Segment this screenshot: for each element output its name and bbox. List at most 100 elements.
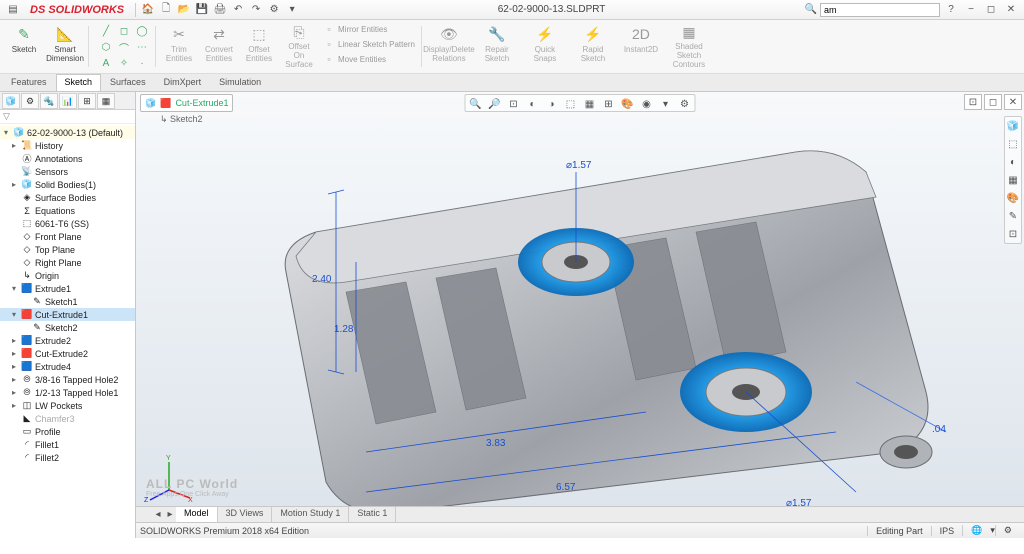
tree-item-fillet2[interactable]: ◜Fillet2 [0, 451, 135, 464]
draw-tool-7[interactable]: ✧ [116, 56, 132, 70]
status-gear-icon[interactable]: ⚙ [995, 525, 1020, 536]
tree-item-front-plane[interactable]: ◇Front Plane [0, 230, 135, 243]
ribbon-offset-button[interactable]: ⎘Offset On Surface [279, 22, 319, 71]
dim-width-outer[interactable]: 6.57 [556, 482, 576, 493]
tree-item-sensors[interactable]: 📡Sensors [0, 165, 135, 178]
tab-surfaces[interactable]: Surfaces [101, 74, 155, 91]
task-pane-tab-6[interactable]: ⊡ [1005, 225, 1021, 243]
tab-dimxpert[interactable]: DimXpert [155, 74, 211, 91]
view-tab-prev-icon[interactable]: ◂ [152, 507, 164, 523]
dim-width-inner[interactable]: 3.83 [486, 438, 506, 449]
view-tool-2[interactable]: ⊡ [505, 96, 523, 112]
new-icon[interactable]: 🗋 [159, 3, 173, 17]
tree-tab-4[interactable]: ⊞ [78, 93, 96, 109]
status-globe-icon[interactable]: 🌐 [962, 525, 990, 536]
breadcrumb-feature[interactable]: Cut-Extrude1 [175, 98, 228, 108]
ribbon-rapid-button[interactable]: ⚡Rapid Sketch [569, 22, 617, 71]
menu-icon[interactable]: ▤ [6, 3, 20, 17]
options-icon[interactable]: ⚙ [267, 3, 281, 17]
tree-root-item[interactable]: ▾🧊 62-02-9000-13 (Default) [0, 126, 135, 139]
viewport-window-restore-icon[interactable]: ⊡ [964, 94, 982, 110]
view-tab-next-icon[interactable]: ▸ [164, 507, 176, 523]
tree-item-origin[interactable]: ↳Origin [0, 269, 135, 282]
ribbon-convert-button[interactable]: ⇄Convert Entities [199, 22, 239, 71]
dim-diameter-top[interactable]: ⌀1.57 [566, 160, 592, 171]
dim-edge[interactable]: .04 [932, 424, 946, 435]
ribbon-repair-button[interactable]: 🔧Repair Sketch [473, 22, 521, 71]
task-pane-tab-1[interactable]: ⬚ [1005, 135, 1021, 153]
sketch-button[interactable]: ✎ Sketch [4, 22, 44, 71]
breadcrumb-feature-icon[interactable]: 🟥 [160, 98, 171, 109]
task-pane-tab-4[interactable]: 🎨 [1005, 189, 1021, 207]
tree-item-annotations[interactable]: ⒶAnnotations [0, 152, 135, 165]
ribbon-quick-button[interactable]: ⚡Quick Snaps [521, 22, 569, 71]
ribbon-trim-button[interactable]: ✂Trim Entities [159, 22, 199, 71]
tree-item-profile[interactable]: ▭Profile [0, 425, 135, 438]
search-icon[interactable]: 🔍 [804, 3, 818, 17]
tree-item-surface-bodies[interactable]: ◈Surface Bodies [0, 191, 135, 204]
draw-tool-5[interactable]: ⋯ [134, 40, 150, 54]
view-tool-9[interactable]: ◉ [638, 96, 656, 112]
status-units[interactable]: IPS [931, 526, 963, 536]
search-input[interactable] [820, 3, 940, 17]
view-tab-3d-views[interactable]: 3D Views [218, 507, 273, 522]
view-tool-1[interactable]: 🔎 [486, 96, 504, 112]
dim-height[interactable]: 2.40 [312, 274, 332, 285]
ribbon-linear-sketch-pattern[interactable]: ▫Linear Sketch Pattern [320, 37, 418, 51]
view-tool-3[interactable]: ◐ [524, 96, 542, 112]
minimize-icon[interactable]: − [962, 3, 980, 17]
view-tool-0[interactable]: 🔍 [467, 96, 485, 112]
tree-tab-3[interactable]: 📊 [59, 93, 77, 109]
open-icon[interactable]: 📂 [177, 3, 191, 17]
task-pane-tab-2[interactable]: ◐ [1005, 153, 1021, 171]
tab-sketch[interactable]: Sketch [56, 74, 102, 91]
dim-offset[interactable]: 1.28 [334, 324, 354, 335]
tree-tab-5[interactable]: ▦ [97, 93, 115, 109]
tree-item-sketch1[interactable]: ✎Sketch1 [0, 295, 135, 308]
tree-item-chamfer3[interactable]: ◣Chamfer3 [0, 412, 135, 425]
view-tool-4[interactable]: ◑ [543, 96, 561, 112]
draw-tool-4[interactable]: ⌒ [116, 40, 132, 54]
tree-item-extrude2[interactable]: ▸🟦Extrude2 [0, 334, 135, 347]
tree-item-extrude4[interactable]: ▸🟦Extrude4 [0, 360, 135, 373]
tree-item-1-2-13-tapped-hole1[interactable]: ▸⦾1/2-13 Tapped Hole1 [0, 386, 135, 399]
breadcrumb-sub[interactable]: ↳ Sketch2 [160, 114, 203, 125]
tree-item-extrude1[interactable]: ▾🟦Extrude1 [0, 282, 135, 295]
draw-tool-6[interactable]: A [98, 56, 114, 70]
undo-icon[interactable]: ↶ [231, 3, 245, 17]
task-pane-tab-0[interactable]: 🧊 [1005, 117, 1021, 135]
tree-item-top-plane[interactable]: ◇Top Plane [0, 243, 135, 256]
tree-item-cut-extrude1[interactable]: ▾🟥Cut-Extrude1 [0, 308, 135, 321]
viewport-window-max-icon[interactable]: ◻ [984, 94, 1002, 110]
task-pane-tab-3[interactable]: ▦ [1005, 171, 1021, 189]
draw-tool-8[interactable]: · [134, 56, 150, 70]
tree-item-right-plane[interactable]: ◇Right Plane [0, 256, 135, 269]
view-tab-model[interactable]: Model [176, 507, 218, 522]
save-icon[interactable]: 💾 [195, 3, 209, 17]
help-icon[interactable]: ? [942, 3, 960, 17]
view-tool-6[interactable]: ▦ [581, 96, 599, 112]
tree-tab-0[interactable]: 🧊 [2, 93, 20, 109]
close-icon[interactable]: ✕ [1002, 3, 1020, 17]
tree-item-equations[interactable]: ΣEquations [0, 204, 135, 217]
viewport-window-close-icon[interactable]: ✕ [1004, 94, 1022, 110]
ribbon-shaded-button[interactable]: ▦Shaded Sketch Contours [665, 22, 713, 71]
tree-item-solid-bodies-1-[interactable]: ▸🧊Solid Bodies(1) [0, 178, 135, 191]
view-tab-motion-study-1[interactable]: Motion Study 1 [272, 507, 349, 522]
viewport[interactable]: 🧊 🟥 Cut-Extrude1 ↳ Sketch2 🔍🔎⊡◐◑⬚▦⊞🎨◉▾⚙ … [136, 92, 1024, 538]
tree-filter[interactable]: ▽ [0, 110, 135, 124]
tree-item-3-8-16-tapped-hole2[interactable]: ▸⦾3/8-16 Tapped Hole2 [0, 373, 135, 386]
tab-simulation[interactable]: Simulation [210, 74, 270, 91]
view-tool-8[interactable]: 🎨 [619, 96, 637, 112]
ribbon-instant2d-button[interactable]: 2DInstant2D [617, 22, 665, 71]
draw-tool-0[interactable]: ╱ [98, 24, 114, 38]
tree-item-sketch2[interactable]: ✎Sketch2 [0, 321, 135, 334]
tree-item-6061-t6-ss-[interactable]: ⬚6061-T6 (SS) [0, 217, 135, 230]
view-tool-5[interactable]: ⬚ [562, 96, 580, 112]
ribbon-move-entities[interactable]: ▫Move Entities [320, 52, 418, 66]
dropdown-icon[interactable]: ▾ [285, 3, 299, 17]
ribbon-display/delete-button[interactable]: 👁Display/Delete Relations [425, 22, 473, 71]
tree-item-fillet1[interactable]: ◜Fillet1 [0, 438, 135, 451]
view-tool-10[interactable]: ▾ [657, 96, 675, 112]
home-icon[interactable]: 🏠 [141, 3, 155, 17]
